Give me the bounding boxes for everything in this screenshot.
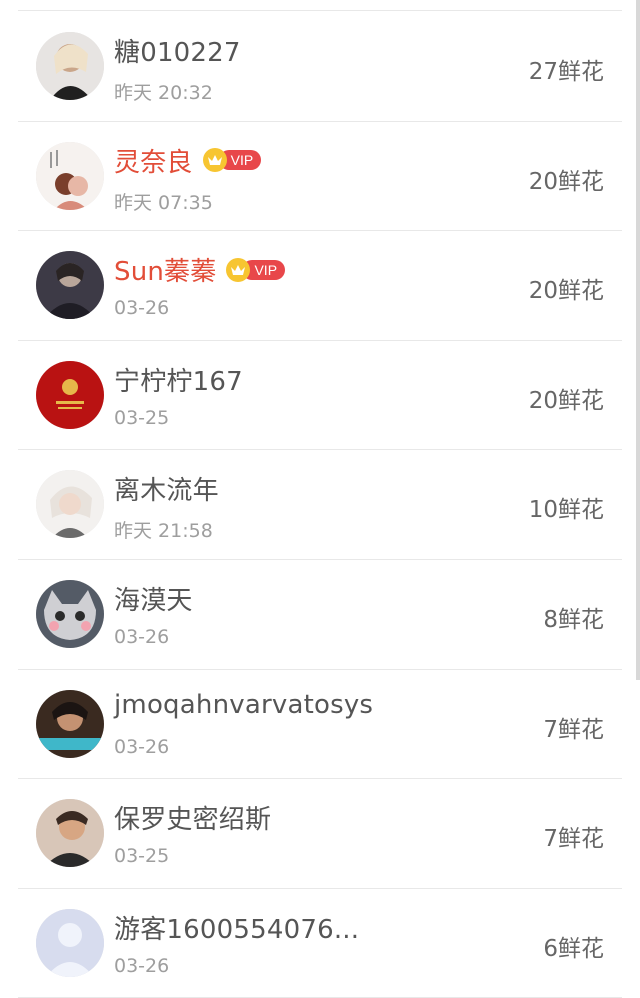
flower-count: 20鲜花: [528, 168, 604, 195]
flower-count: 7鲜花: [543, 826, 604, 853]
flower-count: 10鲜花: [528, 497, 604, 524]
avatar[interactable]: [36, 689, 104, 758]
list-item[interactable]: 保罗史密绍斯 03-25 7鲜花: [18, 779, 622, 889]
gift-time: 03-26: [114, 954, 170, 977]
scrollbar[interactable]: [636, 0, 640, 680]
gift-ranking-list: 糖010227 昨天 20:32 27鲜花 灵奈良 VIP 昨天 07:35 2…: [0, 12, 640, 998]
flower-count: 20鲜花: [528, 387, 604, 414]
avatar[interactable]: [36, 251, 104, 320]
user-name[interactable]: 游客1600554076...: [114, 909, 359, 946]
gift-time: 03-25: [114, 406, 170, 429]
user-name[interactable]: Sun蓁蓁: [114, 251, 216, 288]
list-item[interactable]: 宁柠柠167 03-25 20鲜花: [18, 341, 622, 451]
avatar[interactable]: [36, 908, 104, 977]
gift-time: 昨天 07:35: [114, 191, 213, 214]
gift-time: 昨天 20:32: [114, 82, 213, 104]
flower-count: 8鲜花: [543, 606, 604, 633]
avatar[interactable]: [36, 799, 104, 868]
avatar[interactable]: [36, 470, 104, 539]
user-name[interactable]: 宁柠柠167: [114, 361, 243, 398]
vip-badge: VIP: [226, 257, 286, 283]
list-item[interactable]: 灵奈良 VIP 昨天 07:35 20鲜花: [18, 122, 622, 232]
flower-count: 20鲜花: [528, 278, 604, 305]
list-item[interactable]: jmoqahnvarvatosys 03-26 7鲜花: [18, 670, 622, 780]
list-item[interactable]: Sun蓁蓁 VIP 03-26 20鲜花: [18, 231, 622, 341]
gift-time: 昨天 21:58: [114, 520, 213, 543]
avatar[interactable]: [36, 360, 104, 429]
avatar[interactable]: [36, 141, 104, 210]
user-name[interactable]: 灵奈良: [114, 142, 193, 179]
flower-count: 27鲜花: [528, 59, 604, 85]
avatar[interactable]: [36, 32, 104, 100]
list-item[interactable]: 离木流年 昨天 21:58 10鲜花: [18, 450, 622, 560]
user-name[interactable]: 离木流年: [114, 470, 219, 507]
list-item[interactable]: 糖010227 昨天 20:32 27鲜花: [18, 12, 622, 122]
gift-time: 03-26: [114, 297, 170, 320]
user-name[interactable]: 海漠天: [114, 580, 193, 617]
crown-icon: [202, 148, 227, 173]
vip-badge: VIP: [202, 147, 262, 173]
list-item[interactable]: 海漠天 03-26 8鲜花: [18, 560, 622, 670]
gift-time: 03-26: [114, 735, 170, 758]
gift-time: 03-25: [114, 845, 170, 868]
user-name[interactable]: jmoqahnvarvatosys: [114, 690, 373, 720]
top-divider: [18, 10, 622, 11]
crown-icon: [226, 257, 251, 282]
flower-count: 6鲜花: [543, 935, 604, 962]
gift-time: 03-26: [114, 625, 170, 648]
list-item[interactable]: 游客1600554076... 03-26 6鲜花: [18, 889, 622, 998]
user-name[interactable]: 保罗史密绍斯: [114, 799, 271, 836]
user-name[interactable]: 糖010227: [114, 32, 241, 69]
flower-count: 7鲜花: [543, 716, 604, 743]
avatar[interactable]: [36, 579, 104, 648]
